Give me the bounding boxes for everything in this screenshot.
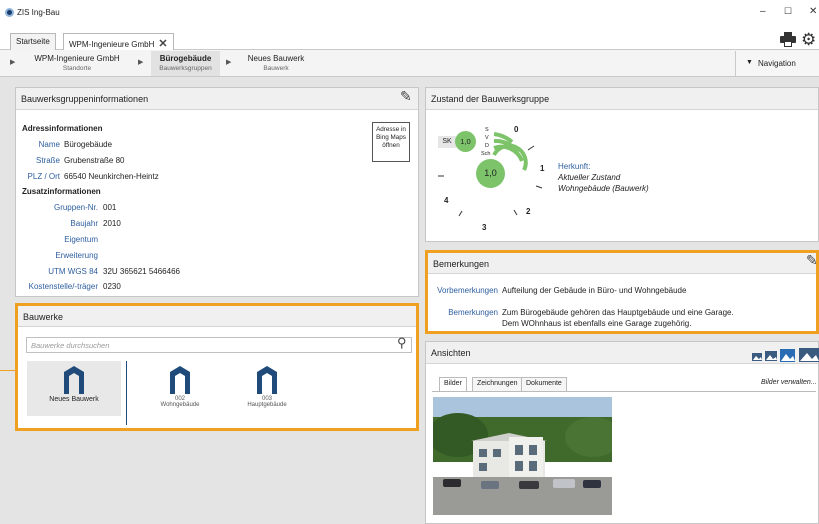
bauwerk-sub: Hauptgebäude <box>247 402 287 408</box>
breadcrumb-item-buerogebaeude[interactable]: Bürogebäude Bauwerksgruppen <box>153 54 218 74</box>
tab-label: WPM-Ingenieure GmbH <box>69 40 155 49</box>
crumb-sub: Bauwerksgruppen <box>159 65 212 72</box>
bemerkungen-line1: Zum Bürogebäude gehören das Hauptgebäude… <box>502 308 734 317</box>
scale-label-3: 3 <box>482 223 487 232</box>
manage-images-link[interactable]: Bilder verwalten... <box>761 379 817 386</box>
sk-value: 1,0 <box>455 131 476 152</box>
triangle-down-icon: ▼ <box>746 59 753 66</box>
bauwerk-name: Neues Bauwerk <box>49 396 99 403</box>
crumb-label: Neues Bauwerk <box>247 54 305 63</box>
breadcrumb-item-bauwerk[interactable]: Neues Bauwerk Bauwerk <box>240 54 312 74</box>
utm-label: UTM WGS 84 <box>48 267 98 276</box>
tab-wpm[interactable]: WPM-Ingenieure GmbH ✕ <box>63 33 174 51</box>
utm-value: 32U 365621 5466466 <box>103 267 180 276</box>
plz-label: PLZ / Ort <box>27 172 60 181</box>
panel-header: Bemerkungen <box>428 253 816 274</box>
street-label: Straße <box>35 156 60 165</box>
divider <box>126 361 127 425</box>
panel-title: Bauwerke <box>23 312 64 322</box>
year-value: 2010 <box>103 219 121 228</box>
callout-line <box>0 370 16 371</box>
panel-header: Zustand der Bauwerksgruppe <box>426 88 818 110</box>
address-heading: Adressinformationen <box>22 124 103 133</box>
print-icon[interactable] <box>780 32 796 50</box>
sk-label: SK <box>438 136 456 148</box>
plz-value: 66540 Neunkirchen-Heintz <box>64 172 159 181</box>
navigation-button[interactable]: ▼ Navigation <box>735 51 819 76</box>
chevron-right-icon: ▶ <box>10 59 16 66</box>
extension-label: Erweiterung <box>55 251 98 260</box>
minimize-button[interactable]: – <box>760 6 766 17</box>
legend-line2: Wohngebäude (Bauwerk) <box>558 184 649 193</box>
search-icon[interactable]: ⚲ <box>397 335 407 351</box>
edit-pencil-icon[interactable]: ✎ <box>806 252 818 269</box>
vorbemerkungen-label: Vorbemerkungen <box>437 286 498 295</box>
year-label: Baujahr <box>70 219 98 228</box>
vorbemerkungen-value: Aufteilung der Gebäude in Büro- und Wohn… <box>502 286 687 295</box>
svd-label-d: D <box>485 143 489 149</box>
crumb-sub: Bauwerk <box>263 65 289 72</box>
chevron-right-icon: ▶ <box>226 59 232 66</box>
tab-underline <box>432 391 816 392</box>
edit-pencil-icon[interactable]: ✎ <box>400 88 412 105</box>
tab-zeichnungen[interactable]: Zeichnungen <box>472 377 523 391</box>
extra-heading: Zusatzinformationen <box>22 187 101 196</box>
scale-label-0: 0 <box>514 125 519 134</box>
close-icon[interactable]: ✕ <box>158 38 167 50</box>
street-value: Grubenstraße 80 <box>64 156 125 165</box>
gear-icon[interactable]: ⚙ <box>801 30 816 50</box>
building-icon <box>170 366 190 394</box>
gauge-center-value: 1,0 <box>476 159 505 188</box>
bemerkungen-line2: Dem WOhnhaus ist ebenfalls eine Garage z… <box>502 319 692 328</box>
window-title: ZIS Ing-Bau <box>17 8 60 17</box>
cost-label: Kostenstelle/-träger <box>28 282 98 291</box>
crumb-label: WPM-Ingenieure GmbH <box>34 54 120 63</box>
tab-startseite[interactable]: Startseite <box>10 33 56 50</box>
close-button[interactable]: ✕ <box>809 6 817 17</box>
scale-label-4: 4 <box>444 196 449 205</box>
panel-title: Bemerkungen <box>433 259 490 269</box>
building-icon <box>257 366 277 394</box>
group-label: Gruppen-Nr. <box>53 203 98 212</box>
name-value: Bürogebäude <box>64 140 113 149</box>
navigation-label: Navigation <box>758 59 796 68</box>
breadcrumb-item-standorte[interactable]: WPM-Ingenieure GmbH Standorte <box>30 54 124 74</box>
crumb-label: Bürogebäude <box>159 54 212 63</box>
group-value: 001 <box>103 203 117 212</box>
svd-label-v: V <box>485 135 489 141</box>
bauwerk-tile-002[interactable]: 002 Wohngebäude <box>140 361 220 408</box>
tab-dokumente[interactable]: Dokumente <box>521 377 567 391</box>
name-label: Name <box>38 140 60 149</box>
bing-maps-button[interactable]: Adresse in Bing Maps öffnen <box>372 122 410 162</box>
svd-label-s: S <box>485 127 489 133</box>
app-logo-icon <box>5 8 14 17</box>
cost-value: 0230 <box>103 282 121 291</box>
building-icon <box>64 366 84 394</box>
maximize-button[interactable]: ☐ <box>784 6 792 17</box>
panel-title: Zustand der Bauwerksgruppe <box>431 94 550 104</box>
owner-label: Eigentum <box>64 235 98 244</box>
legend-line1: Aktueller Zustand <box>558 173 621 182</box>
bauwerk-tile-003[interactable]: 003 Hauptgebäude <box>227 361 307 408</box>
bemerkungen-label: Bemerkungen <box>448 308 498 317</box>
building-photo[interactable] <box>433 397 612 515</box>
title-bar <box>0 0 819 28</box>
panel-title: Ansichten <box>431 348 471 358</box>
legend-title: Herkunft: <box>558 162 591 171</box>
tab-bilder[interactable]: Bilder <box>439 377 467 392</box>
bauwerk-tile-neues[interactable]: Neues Bauwerk <box>27 361 121 416</box>
panel-header: Bauwerke <box>18 306 416 327</box>
view-size-icons[interactable] <box>752 348 819 362</box>
chevron-right-icon: ▶ <box>138 59 144 66</box>
crumb-sub: Standorte <box>62 65 92 72</box>
panel-title: Bauwerksgruppeninformationen <box>21 94 149 104</box>
bauwerke-search-input[interactable]: Bauwerke durchsuchen <box>26 337 412 353</box>
scale-label-2: 2 <box>526 207 531 216</box>
svd-label-sch: Sch <box>481 151 491 157</box>
scale-label-1: 1 <box>540 164 545 173</box>
bauwerk-sub: Wohngebäude <box>160 402 200 408</box>
panel-header: Bauwerksgruppeninformationen <box>16 88 418 110</box>
tab-label: Startseite <box>16 37 50 46</box>
